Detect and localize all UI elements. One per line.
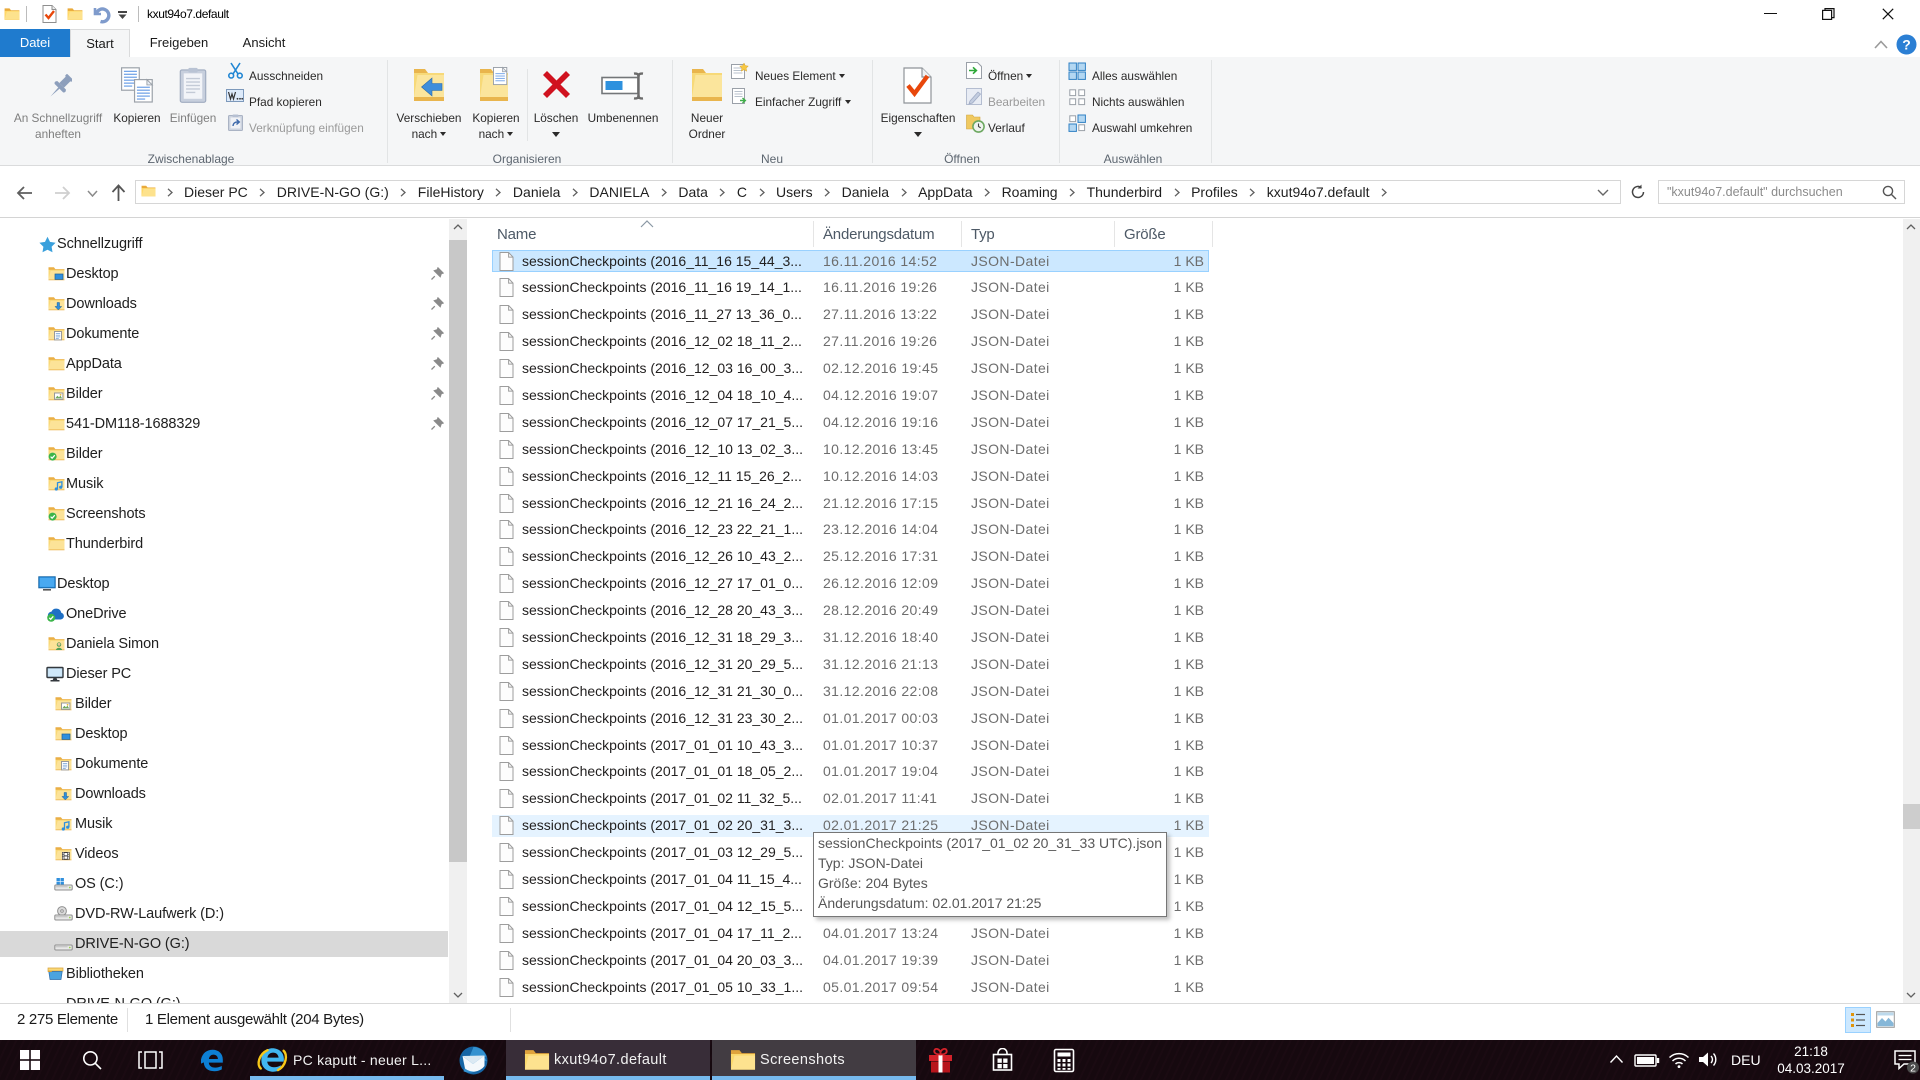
svg-text:2: 2 [1910, 1062, 1916, 1074]
svg-text:?: ? [1902, 36, 1911, 52]
